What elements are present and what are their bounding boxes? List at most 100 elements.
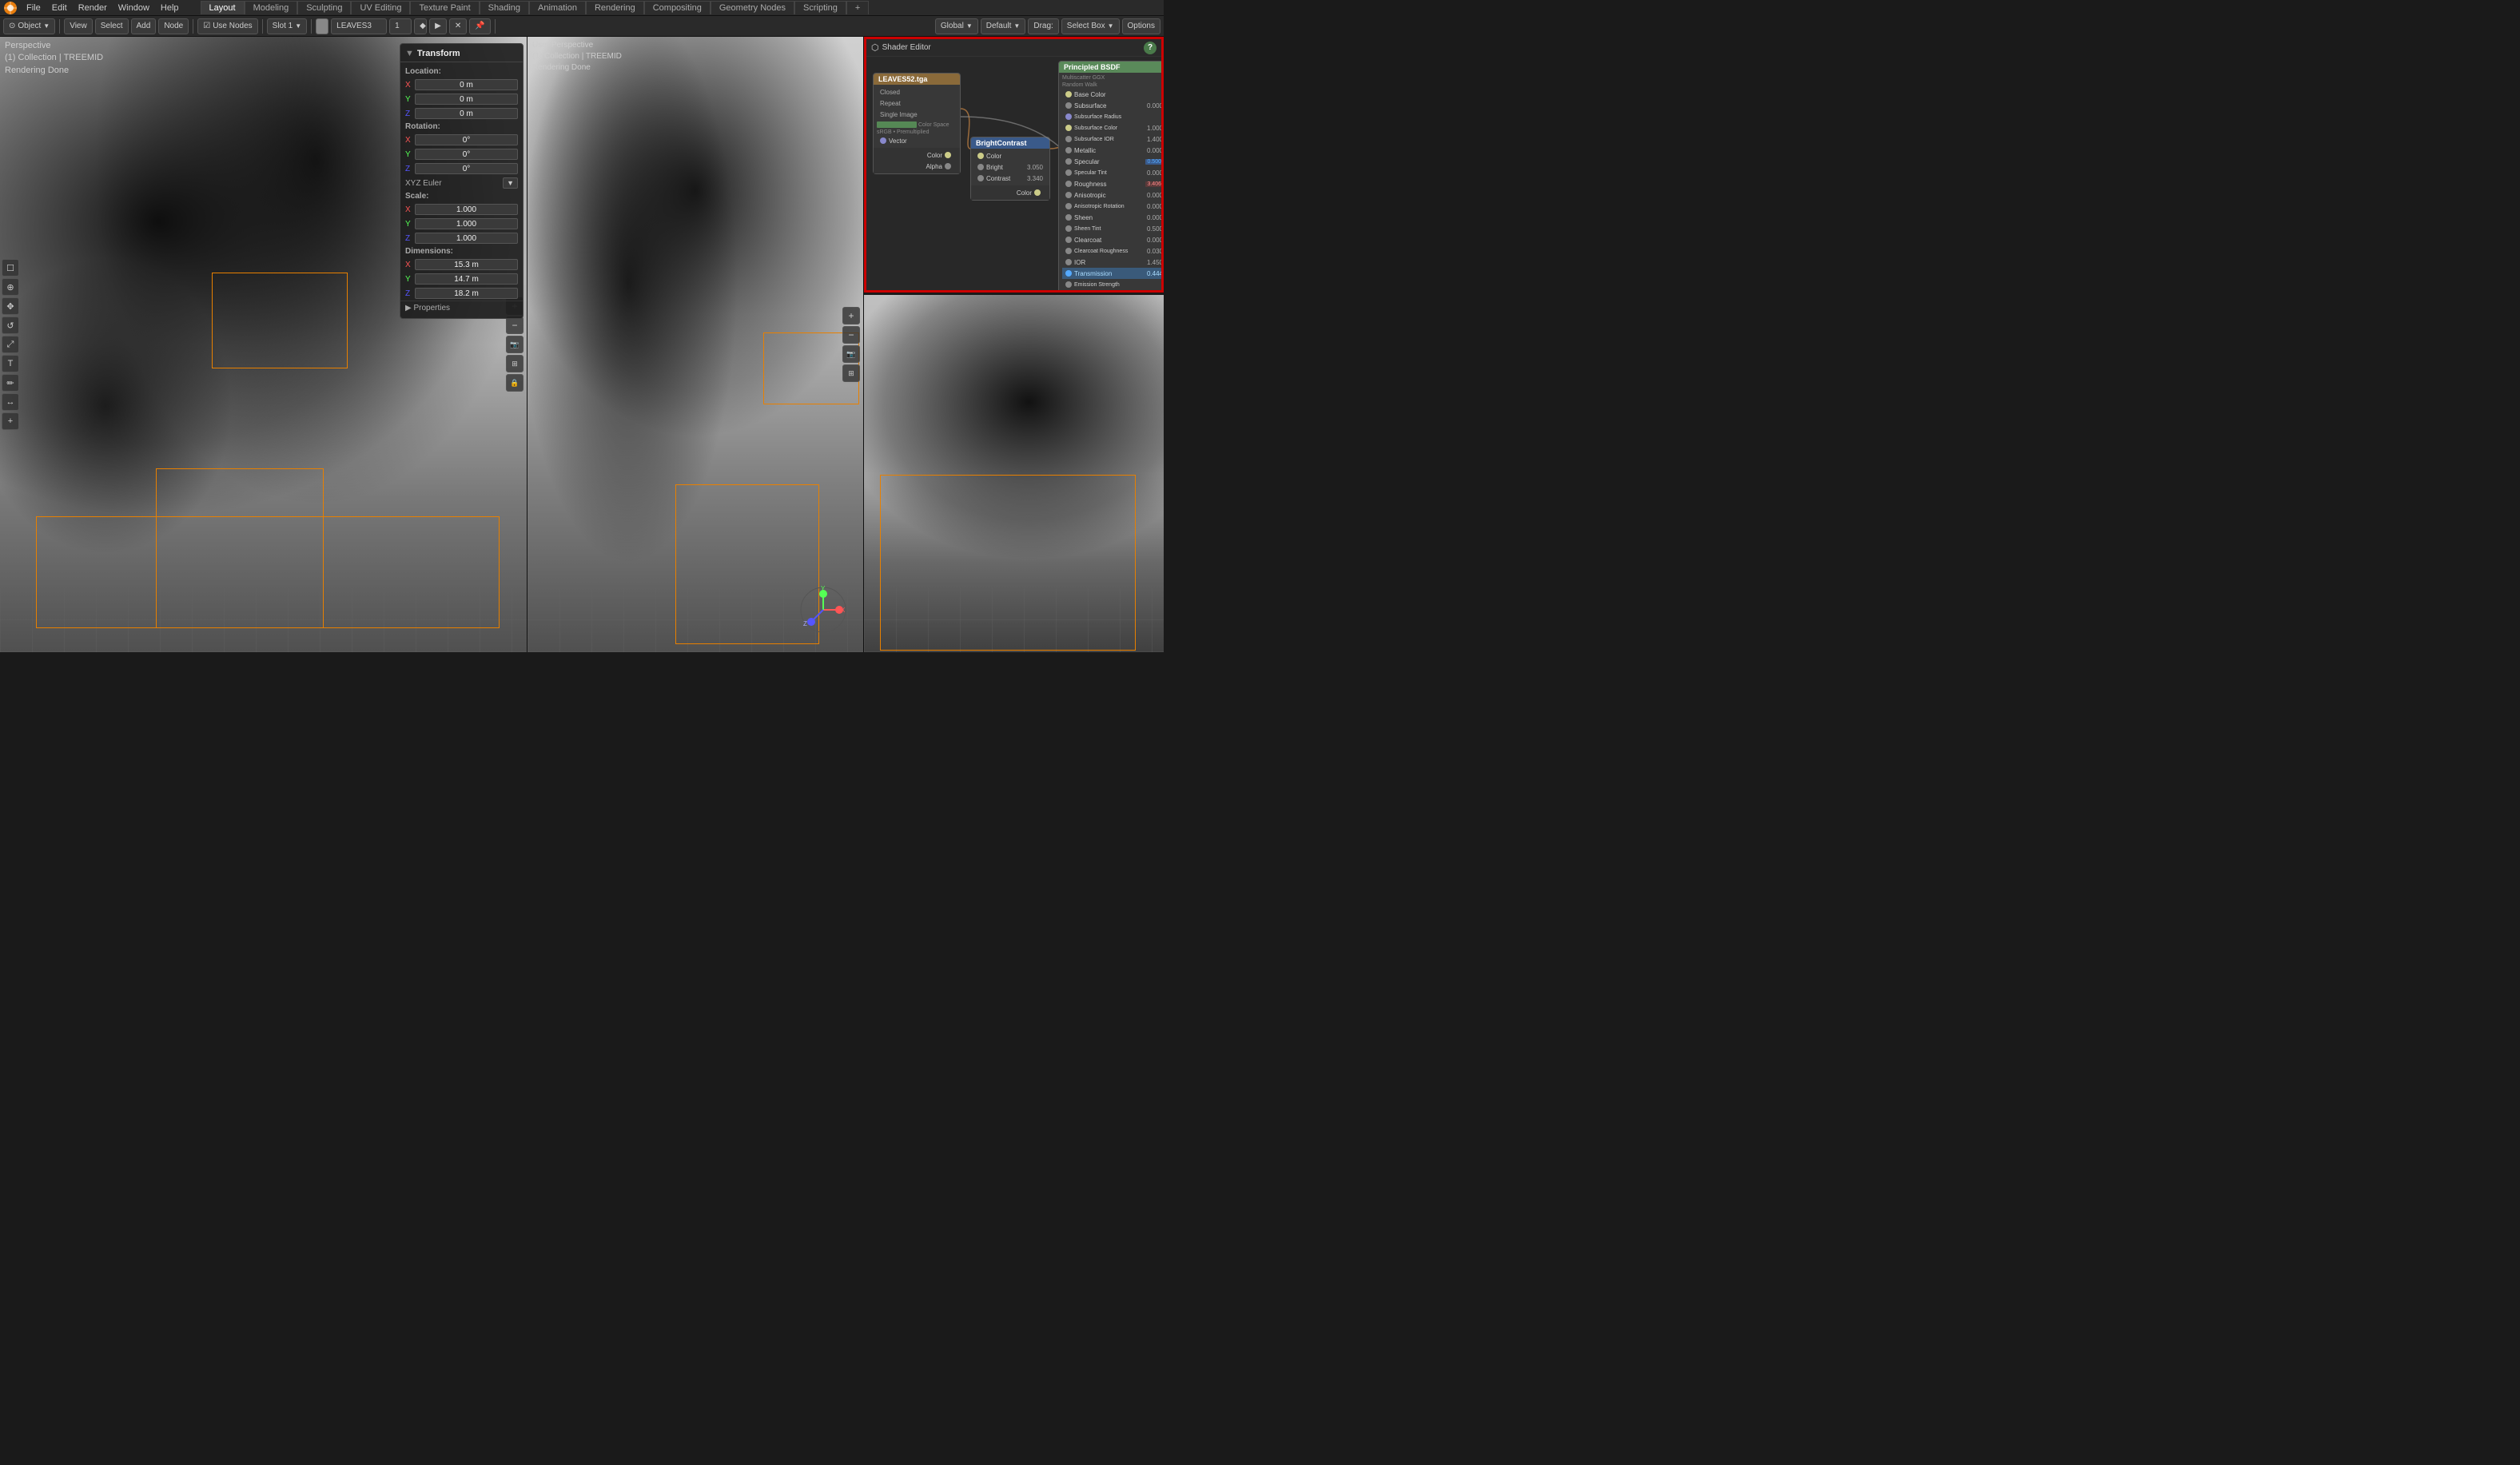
center-ortho[interactable]: ⊞ xyxy=(842,364,860,382)
tab-compositing[interactable]: Compositing xyxy=(644,1,711,14)
loc-z-axis: Z xyxy=(405,109,415,118)
orientation-dropdown[interactable]: Global ▼ xyxy=(935,18,978,34)
loc-z-value[interactable]: 0 m xyxy=(415,108,518,119)
socket-alpha-dot xyxy=(945,163,951,169)
object-name-field[interactable]: LEAVES3 xyxy=(331,18,387,34)
dim-z-value[interactable]: 18.2 m xyxy=(415,288,518,299)
center-cam[interactable]: 📷 xyxy=(842,345,860,363)
render-label: Rendering Done xyxy=(5,65,103,77)
rot-y-value[interactable]: 0° xyxy=(415,149,518,160)
annotate-tool[interactable]: ✏ xyxy=(2,374,19,392)
tab-rendering[interactable]: Rendering xyxy=(586,1,644,14)
mode-icon: ⊙ xyxy=(9,22,15,30)
move-tool[interactable]: ✥ xyxy=(2,297,19,315)
psdf-st-label: Specular Tint xyxy=(1074,170,1107,176)
rot-z-value[interactable]: 0° xyxy=(415,163,518,174)
psdf-ssior-dot xyxy=(1065,136,1072,142)
help-icon[interactable]: ? xyxy=(1144,42,1156,54)
select-menu[interactable]: Select xyxy=(95,18,129,34)
psdf-clearcoat: Clearcoat 0.000 xyxy=(1062,234,1161,245)
cam-btn[interactable]: 📷 xyxy=(506,336,524,353)
add-tool[interactable]: + xyxy=(2,412,19,430)
pin-btn[interactable]: 📌 xyxy=(469,18,490,34)
node-editor-canvas[interactable]: LEAVES52.tga Closed Repeat Single Image xyxy=(866,57,1161,290)
menu-window[interactable]: Window xyxy=(113,2,155,14)
slot-dropdown[interactable]: Slot 1 ▼ xyxy=(267,18,308,34)
viewport-center[interactable]: User Perspective (1) Collection | TREEMI… xyxy=(527,37,864,652)
close-strip[interactable]: ✕ xyxy=(449,18,467,34)
svg-text:Y: Y xyxy=(821,586,826,592)
tab-geometry-nodes[interactable]: Geometry Nodes xyxy=(711,1,794,14)
tab-modeling[interactable]: Modeling xyxy=(245,1,298,14)
use-nodes-checkbox[interactable]: ☑ Use Nodes xyxy=(197,18,257,34)
scale-y-value[interactable]: 1.000 xyxy=(415,218,518,229)
mode-dropdown[interactable]: ⊙ Object ▼ xyxy=(3,18,55,34)
dim-x-value[interactable]: 15.3 m xyxy=(415,259,518,270)
rot-x-value[interactable]: 0° xyxy=(415,134,518,145)
node-leaves-alpha-row: Closed xyxy=(877,86,957,98)
measure-tool[interactable]: ↔ xyxy=(2,393,19,411)
viewport-left[interactable]: ☐ ⊕ ✥ ↺ ⤢ T ✏ ↔ + Perspective (1) Collec… xyxy=(0,37,527,652)
options-btn[interactable]: Options xyxy=(1122,18,1160,34)
select-box-dropdown[interactable]: Select Box ▼ xyxy=(1061,18,1120,34)
psdf-ems-label: Emission Strength xyxy=(1074,282,1120,288)
center-zoom-in[interactable]: + xyxy=(842,307,860,324)
cursor-tool[interactable]: ⊕ xyxy=(2,278,19,296)
select-box-tool[interactable]: ☐ xyxy=(2,259,19,277)
lock-btn[interactable]: 🔒 xyxy=(506,374,524,392)
psdf-basecolor: Base Color xyxy=(1062,89,1161,100)
bright-out-dot xyxy=(1034,189,1041,196)
tab-uv-editing[interactable]: UV Editing xyxy=(351,1,410,14)
add-menu[interactable]: Add xyxy=(131,18,157,34)
psdf-transmission: Transmission 0.444 xyxy=(1062,268,1161,279)
ortho-btn[interactable]: ⊞ xyxy=(506,355,524,372)
menu-help[interactable]: Help xyxy=(155,2,185,14)
tab-texture-paint[interactable]: Texture Paint xyxy=(410,1,479,14)
transform-tool[interactable]: T xyxy=(2,355,19,372)
tab-animation[interactable]: Animation xyxy=(529,1,586,14)
bright-bright-label: Bright xyxy=(986,164,1003,171)
center-zoom-out[interactable]: − xyxy=(842,326,860,344)
scale-z-value[interactable]: 1.000 xyxy=(415,233,518,244)
rotation-z-row: Z 0° xyxy=(400,161,523,176)
menu-render[interactable]: Render xyxy=(73,2,113,14)
socket-alpha-out: Alpha xyxy=(877,161,957,172)
loc-y-axis: Y xyxy=(405,95,415,104)
pivot-dropdown[interactable]: Default ▼ xyxy=(981,18,1026,34)
scale-x-value[interactable]: 1.000 xyxy=(415,204,518,215)
psdf-met-label: Metallic xyxy=(1074,147,1096,154)
properties-section[interactable]: ▶ Properties xyxy=(400,301,523,315)
loc-y-value[interactable]: 0 m xyxy=(415,94,518,105)
psdf-sscolor: Subsurface Color 1.000 xyxy=(1062,122,1161,133)
top-menubar: File Edit Render Window Help Layout Mode… xyxy=(0,0,1164,16)
euler-dropdown[interactable]: ▼ xyxy=(503,177,518,189)
bright-color-in: Color xyxy=(974,150,1046,161)
psdf-trans-label: Transmission xyxy=(1074,270,1112,277)
menu-file[interactable]: File xyxy=(21,2,46,14)
next-key[interactable]: ▶ xyxy=(429,18,447,34)
sep1 xyxy=(59,19,60,34)
toolbar-row: ⊙ Object ▼ View Select Add Node ☑ Use No… xyxy=(0,16,1164,37)
tab-sculpting[interactable]: Sculpting xyxy=(297,1,351,14)
menu-edit[interactable]: Edit xyxy=(46,2,73,14)
euler-label: XYZ Euler xyxy=(405,179,501,188)
dim-x-axis: X xyxy=(405,261,415,269)
tab-layout[interactable]: Layout xyxy=(201,1,245,14)
viewport-left-overlay: Perspective (1) Collection | TREEMID Ren… xyxy=(5,40,103,77)
tab-scripting[interactable]: Scripting xyxy=(794,1,846,14)
scale-tool[interactable]: ⤢ xyxy=(2,336,19,353)
node-menu[interactable]: Node xyxy=(158,18,189,34)
zoom-out-btn[interactable]: − xyxy=(506,316,524,334)
loc-x-value[interactable]: 0 m xyxy=(415,79,518,90)
tab-add[interactable]: + xyxy=(846,1,869,14)
dim-y-value[interactable]: 14.7 m xyxy=(415,273,518,285)
psdf-trans-dot xyxy=(1065,270,1072,277)
psdf-ior-label: IOR xyxy=(1074,259,1085,266)
view-menu[interactable]: View xyxy=(64,18,93,34)
frame-field[interactable]: 1 xyxy=(389,18,412,34)
psdf-subsurface: Subsurface 0.000 xyxy=(1062,100,1161,111)
psdf-ss-dot xyxy=(1065,102,1072,109)
rotate-tool[interactable]: ↺ xyxy=(2,316,19,334)
tab-shading[interactable]: Shading xyxy=(480,1,529,14)
key-preview: ◆ xyxy=(414,18,427,34)
